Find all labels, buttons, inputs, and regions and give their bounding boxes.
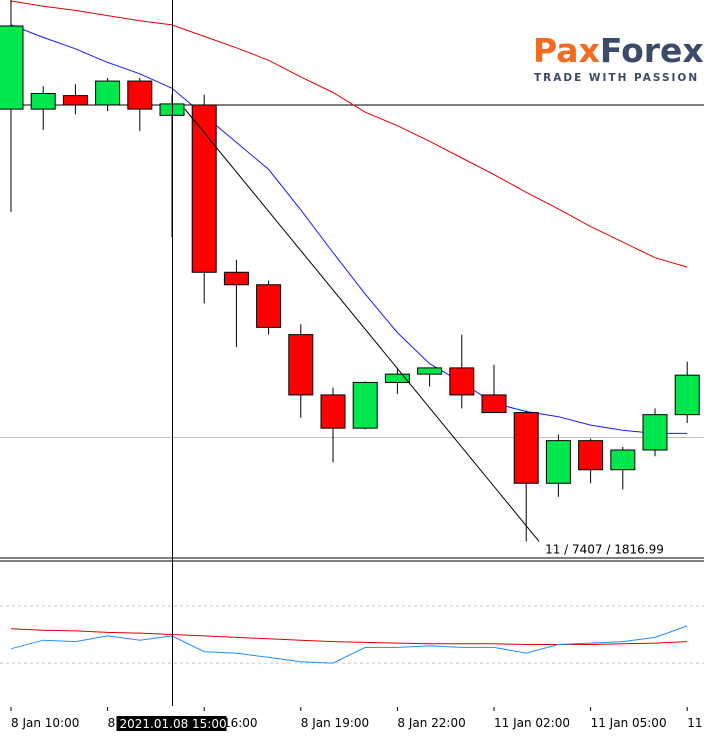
candle-21 [674,361,700,423]
x-tick-label: 8 [108,716,116,730]
candle-body [449,367,475,396]
candle-3 [95,77,121,112]
candle-body [127,80,153,110]
logo-tagline: TRADE WITH PASSION [534,72,699,84]
candle-9 [288,324,314,418]
x-tick-label: 11 Jan 02:00 [494,716,570,730]
candle-body [0,25,24,110]
candle-2 [62,84,88,115]
logo-x: x [579,31,600,70]
candle-body [191,104,217,273]
logo-part-forex: Forex [600,31,704,70]
candle-14 [449,334,475,409]
x-tick-label: 8 Jan 10:00 [11,716,79,730]
crosshair-label-group: 2021.01.08 15:00 [116,716,227,731]
candle-body [288,334,314,396]
candle-16 [513,410,539,542]
candle-body [481,394,507,414]
candle-body [30,93,56,110]
candle-13 [417,367,443,387]
crosshair-label: 2021.01.08 15:00 [120,717,227,731]
logo-part-pa: Pa [533,31,579,70]
chart-canvas: 11 / 7407 / 1816.99 8 Jan 10:00 8 an 16:00… [0,0,704,731]
candle-17 [545,434,571,497]
candle-10 [320,387,346,463]
candle-6 [191,94,217,304]
candle-body [545,440,571,484]
candle-body [320,394,346,429]
chart: 11 / 7407 / 1816.99 8 Jan 10:00 8 an 16:00… [0,0,704,733]
candle-body [610,449,636,471]
candle-8 [256,280,282,335]
logo-wordmark: PaxForex [533,31,704,70]
candle-body [62,95,88,106]
candle-1 [30,86,56,130]
x-tick-label: 8 Jan 22:00 [397,716,465,730]
candle-body [578,440,604,471]
candle-18 [578,438,604,484]
candle-body [352,381,378,429]
indicator-panel [0,605,704,664]
candle-body [674,374,700,416]
candle-body [256,284,282,328]
candle-20 [642,408,668,457]
x-tick-label: 11 J [687,716,704,730]
candle-11 [352,381,378,430]
x-tick-label: 8 Jan 19:00 [301,716,369,730]
trendline [184,108,540,542]
candle-0 [0,0,24,213]
grid-layer [0,104,704,562]
candle-body [642,414,668,451]
candle-7 [223,259,249,348]
trendline-layer [184,108,540,542]
candle-15 [481,364,507,414]
candle-body [223,271,249,286]
paxforex-logo: PaxForex TRADE WITH PASSION [533,31,704,84]
candle-19 [610,446,636,490]
candle-body [513,412,539,484]
candle-body [417,367,443,375]
x-axis: 8 Jan 10:00 8 an 16:00 8 Jan 19:00 8 Jan 22:… [10,707,704,730]
trendline-label: 11 / 7407 / 1816.99 [545,542,664,556]
candle-12 [384,367,410,394]
x-tick-label: 11 Jan 05:00 [591,716,667,730]
candle-body [95,80,121,106]
candle-4 [127,77,153,131]
